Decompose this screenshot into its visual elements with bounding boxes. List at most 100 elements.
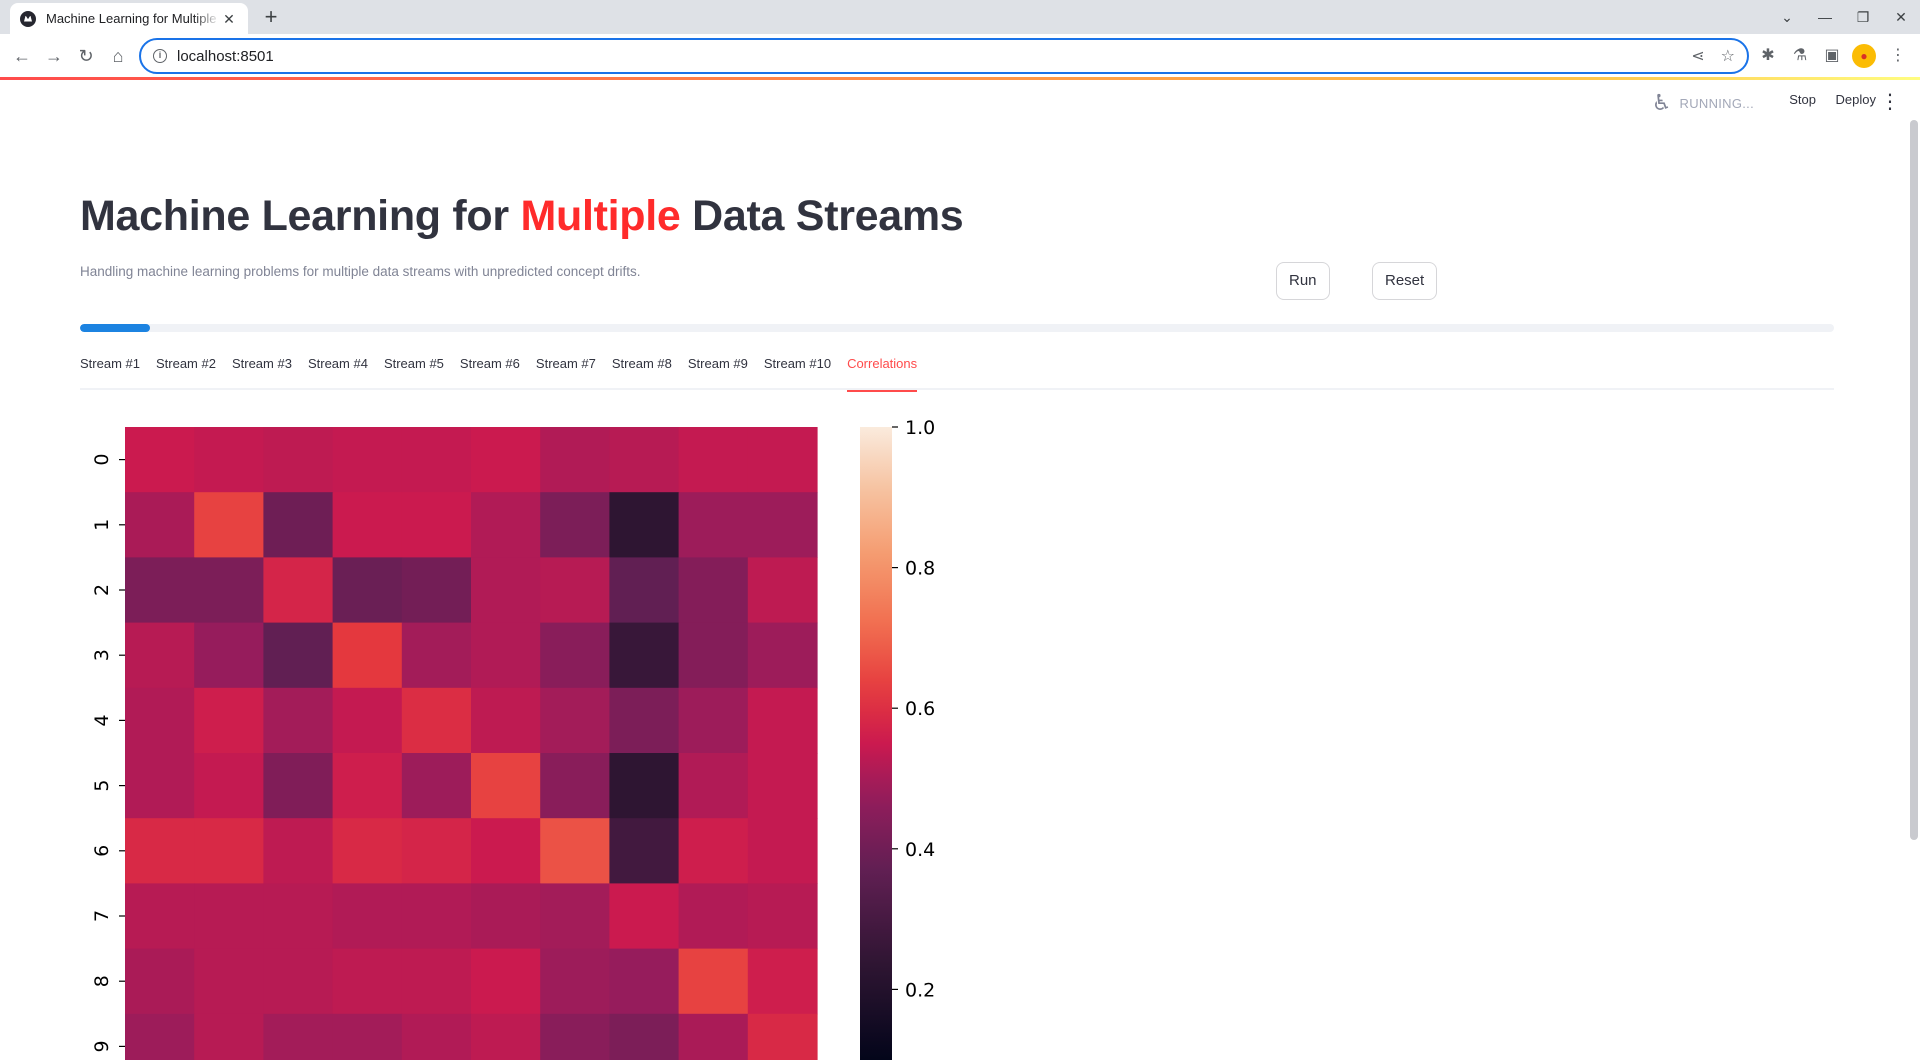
heatmap-cell-0-5 (471, 427, 541, 493)
heatmap-cell-7-1 (194, 883, 264, 950)
heatmap-cell-2-8 (678, 557, 749, 624)
row-tick-label: 9 (91, 1040, 113, 1052)
heatmap-cell-8-4 (401, 948, 472, 1015)
heatmap-cell-8-0 (125, 948, 195, 1015)
heatmap-cell-8-7 (609, 948, 680, 1015)
heatmap-cell-0-9 (747, 427, 818, 493)
heatmap-cell-3-8 (678, 622, 749, 689)
colorbar-tick-label: 0.8 (905, 558, 935, 580)
heatmap-cell-2-4 (401, 557, 472, 624)
heatmap-cell-2-1 (194, 557, 264, 624)
heatmap-cell-6-5 (471, 818, 541, 884)
heatmap-cell-5-7 (609, 753, 680, 819)
heatmap-cell-0-0 (125, 427, 195, 493)
heatmap-cell-2-5 (471, 557, 541, 624)
heatmap-cell-8-1 (194, 948, 264, 1015)
heatmap-cell-5-6 (540, 753, 610, 819)
heatmap-cell-2-0 (125, 557, 195, 624)
heatmap-cell-1-1 (194, 492, 264, 558)
heatmap-cell-9-4 (401, 1013, 472, 1060)
heatmap-cell-3-7 (609, 622, 680, 689)
heatmap-cell-0-1 (194, 427, 264, 493)
heatmap-cell-6-3 (332, 818, 403, 884)
heatmap-cell-2-9 (747, 557, 818, 624)
heatmap-cell-5-2 (263, 753, 334, 819)
correlation-heatmap: 0 1 2 3 4 5 6 7 8 9 1.0 0.8 0.6 0.4 0.2 (91, 417, 935, 1060)
heatmap-cell-6-1 (194, 818, 264, 884)
heatmap-cell-4-1 (194, 687, 264, 754)
heatmap-cell-7-9 (747, 883, 818, 950)
heatmap-cell-0-4 (401, 427, 472, 493)
heatmap-cell-0-2 (263, 427, 334, 493)
heatmap-cell-6-6 (540, 818, 610, 884)
heatmap-cell-6-8 (678, 818, 749, 884)
heatmap-cell-8-5 (471, 948, 541, 1015)
heatmap-cell-3-6 (540, 622, 610, 689)
heatmap-cell-4-6 (540, 687, 610, 754)
heatmap-cell-7-7 (609, 883, 680, 950)
row-tick-label: 6 (91, 845, 113, 857)
heatmap-cell-9-0 (125, 1013, 195, 1060)
heatmap-cell-6-9 (747, 818, 818, 884)
heatmap-cell-4-4 (401, 687, 472, 754)
heatmap-cell-5-5 (471, 753, 541, 819)
heatmap-cell-7-0 (125, 883, 195, 950)
heatmap-cell-2-7 (609, 557, 680, 624)
heatmap-cell-9-3 (332, 1013, 403, 1060)
heatmap-cell-3-0 (125, 622, 195, 689)
heatmap-cell-8-3 (332, 948, 403, 1015)
heatmap-cell-9-9 (747, 1013, 818, 1060)
row-tick-label: 5 (91, 780, 113, 792)
heatmap-cell-9-8 (678, 1013, 749, 1060)
colorbar (860, 427, 892, 1060)
colorbar-tick-label: 1.0 (905, 417, 935, 439)
colorbar-tick-label: 0.2 (905, 979, 935, 1001)
heatmap-cell-1-2 (263, 492, 334, 558)
heatmap-cell-3-2 (263, 622, 334, 689)
heatmap-cell-6-0 (125, 818, 195, 884)
row-tick-label: 3 (91, 649, 113, 661)
heatmap-cell-3-4 (401, 622, 472, 689)
colorbar-tick-label: 0.6 (905, 698, 935, 720)
heatmap-cell-6-4 (401, 818, 472, 884)
row-tick-label: 8 (91, 975, 113, 987)
colorbar-ticks: 1.0 0.8 0.6 0.4 0.2 (892, 417, 935, 1001)
row-tick-label: 7 (91, 910, 113, 922)
heatmap-cell-1-7 (609, 492, 680, 558)
heatmap-cell-2-6 (540, 557, 610, 624)
heatmap-cell-1-4 (401, 492, 472, 558)
heatmap-cell-5-0 (125, 753, 195, 819)
row-tick-label: 4 (91, 714, 113, 726)
heatmap-cell-9-1 (194, 1013, 264, 1060)
heatmap-cell-4-2 (263, 687, 334, 754)
heatmap-cell-2-3 (332, 557, 403, 624)
heatmap-cell-1-9 (747, 492, 818, 558)
colorbar-tick-label: 0.4 (905, 839, 935, 861)
row-tick-labels: 0 1 2 3 4 5 6 7 8 9 (91, 454, 125, 1052)
heatmap-cell-3-1 (194, 622, 264, 689)
heatmap-cell-7-3 (332, 883, 403, 950)
row-tick-label: 1 (91, 519, 113, 531)
heatmap-cell-1-3 (332, 492, 403, 558)
heatmap-cell-1-0 (125, 492, 195, 558)
heatmap-cell-1-6 (540, 492, 610, 558)
heatmap-cell-3-9 (747, 622, 818, 689)
heatmap-cell-1-5 (471, 492, 541, 558)
heatmap-cell-4-8 (678, 687, 749, 754)
heatmap-cell-4-3 (332, 687, 403, 754)
heatmap-cell-8-2 (263, 948, 334, 1015)
heatmap-cell-0-8 (678, 427, 749, 493)
heatmap-cell-8-9 (747, 948, 818, 1015)
heatmap-cell-8-6 (540, 948, 610, 1015)
heatmap-cells (125, 427, 818, 1060)
row-tick-label: 2 (91, 584, 113, 596)
heatmap-cell-6-7 (609, 818, 680, 884)
row-tick-label: 0 (91, 454, 113, 466)
heatmap-cell-4-5 (471, 687, 541, 754)
heatmap-cell-7-5 (471, 883, 541, 950)
heatmap-cell-0-3 (332, 427, 403, 493)
heatmap-cell-4-7 (609, 687, 680, 754)
heatmap-cell-4-0 (125, 687, 195, 754)
heatmap-cell-9-5 (471, 1013, 541, 1060)
heatmap-cell-7-2 (263, 883, 334, 950)
